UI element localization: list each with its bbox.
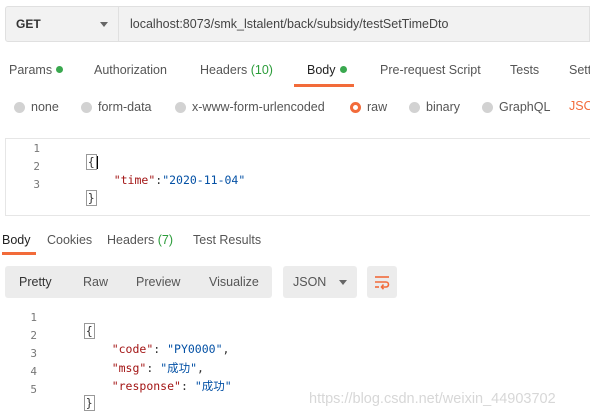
request-body-editor[interactable]: 1 2 3 { "time":"2020-11-04" } [5, 138, 590, 216]
raw-type-select[interactable]: JSO [569, 99, 590, 113]
params-indicator-icon [56, 66, 64, 74]
response-tab-headers[interactable]: Headers (7) [107, 226, 173, 254]
tab-headers-label: Headers [200, 63, 248, 77]
code-line: "time":"2020-11-04" [86, 159, 246, 201]
radio-binary[interactable]: binary [409, 94, 460, 120]
response-tab-cookies-label: Cookies [47, 233, 93, 247]
line-number: 4 [30, 365, 37, 378]
response-tab-cookies[interactable]: Cookies [47, 226, 92, 254]
radio-binary-label: binary [426, 100, 461, 114]
format-label: JSON [293, 275, 327, 289]
json-value: "成功" [194, 379, 232, 393]
tab-prerequest-script[interactable]: Pre-request Script [380, 56, 481, 86]
radio-circle-icon [482, 101, 493, 113]
json-value: "2020-11-04" [162, 173, 246, 187]
close-brace: } [85, 190, 97, 206]
tab-params-label: Params [9, 63, 53, 77]
line-number: 3 [33, 178, 40, 191]
tab-headers[interactable]: Headers (10) [200, 56, 273, 86]
tab-tests-label: Tests [510, 63, 540, 77]
line-number: 2 [30, 329, 37, 342]
line-number: 3 [30, 347, 37, 360]
line-number: 2 [33, 160, 40, 173]
response-tab-body[interactable]: Body [2, 226, 36, 255]
line-number: 5 [30, 383, 37, 396]
view-preview-button[interactable]: Preview [136, 266, 180, 298]
radio-form-data-label: form-data [98, 100, 152, 114]
radio-circle-icon [175, 101, 186, 113]
tab-authorization-label: Authorization [94, 63, 167, 77]
radio-raw-label: raw [367, 100, 388, 114]
radio-urlencoded-label: x-www-form-urlencoded [192, 100, 325, 114]
url-input[interactable]: localhost:8073/smk_lstalent/back/subsidy… [119, 6, 590, 42]
tab-body[interactable]: Body [294, 56, 354, 87]
view-raw-button[interactable]: Raw [83, 266, 108, 298]
format-select[interactable]: JSON [283, 266, 357, 298]
response-tabs: Body Cookies Headers (7) Test Results [0, 226, 590, 256]
tab-settings-label: Setti [569, 63, 590, 77]
radio-form-data[interactable]: form-data [81, 94, 152, 120]
json-key: "time" [113, 173, 156, 187]
tab-tests[interactable]: Tests [510, 56, 539, 86]
line-number: 1 [30, 311, 37, 324]
request-tabs: Params Authorization Headers (10) Body P… [0, 56, 590, 88]
close-brace: } [83, 395, 95, 411]
json-key: "response" [111, 379, 181, 393]
view-pretty-button[interactable]: Pretty [19, 266, 52, 298]
tab-params[interactable]: Params [9, 56, 64, 86]
response-headers-count: (7) [157, 233, 174, 247]
response-tab-body-label: Body [2, 233, 31, 247]
tab-prerequest-label: Pre-request Script [380, 63, 481, 77]
chevron-down-icon [100, 21, 108, 27]
response-tab-test-results[interactable]: Test Results [193, 226, 261, 254]
radio-graphql-label: GraphQL [499, 100, 551, 114]
method-select[interactable]: GET [5, 6, 119, 42]
method-label: GET [16, 17, 41, 31]
radio-urlencoded[interactable]: x-www-form-urlencoded [175, 94, 325, 120]
radio-circle-icon [14, 101, 25, 113]
code-line: } [58, 177, 97, 219]
radio-circle-icon [409, 101, 420, 113]
code-line: "response": "成功" [111, 379, 232, 393]
body-indicator-icon [339, 66, 347, 74]
radio-none-label: none [31, 100, 59, 114]
body-type-options: none form-data x-www-form-urlencoded raw… [0, 94, 590, 120]
radio-graphql[interactable]: GraphQL [482, 94, 550, 120]
headers-count: (10) [250, 63, 273, 77]
radio-circle-icon [81, 101, 92, 113]
radio-none[interactable]: none [14, 94, 59, 120]
view-visualize-button[interactable]: Visualize [209, 266, 259, 298]
tab-settings[interactable]: Setti [569, 56, 590, 86]
chevron-down-icon [339, 279, 347, 285]
watermark: https://blog.csdn.net/weixin_44903702 [309, 391, 556, 407]
line-number: 1 [33, 142, 40, 155]
radio-raw[interactable]: raw [350, 94, 387, 120]
radio-selected-icon [350, 101, 361, 113]
wrap-lines-icon [375, 276, 390, 290]
view-mode-group: Pretty Raw Preview Visualize [5, 266, 272, 298]
tab-body-label: Body [307, 63, 336, 77]
response-body-viewer[interactable]: 1 2 3 4 5 { "code": "PY0000", "msg": "成功… [0, 304, 590, 411]
tab-authorization[interactable]: Authorization [94, 56, 167, 86]
response-tab-test-results-label: Test Results [193, 233, 262, 247]
response-tab-headers-label: Headers [107, 233, 155, 247]
code-line: } [56, 382, 95, 419]
wrap-lines-button[interactable] [367, 266, 397, 298]
